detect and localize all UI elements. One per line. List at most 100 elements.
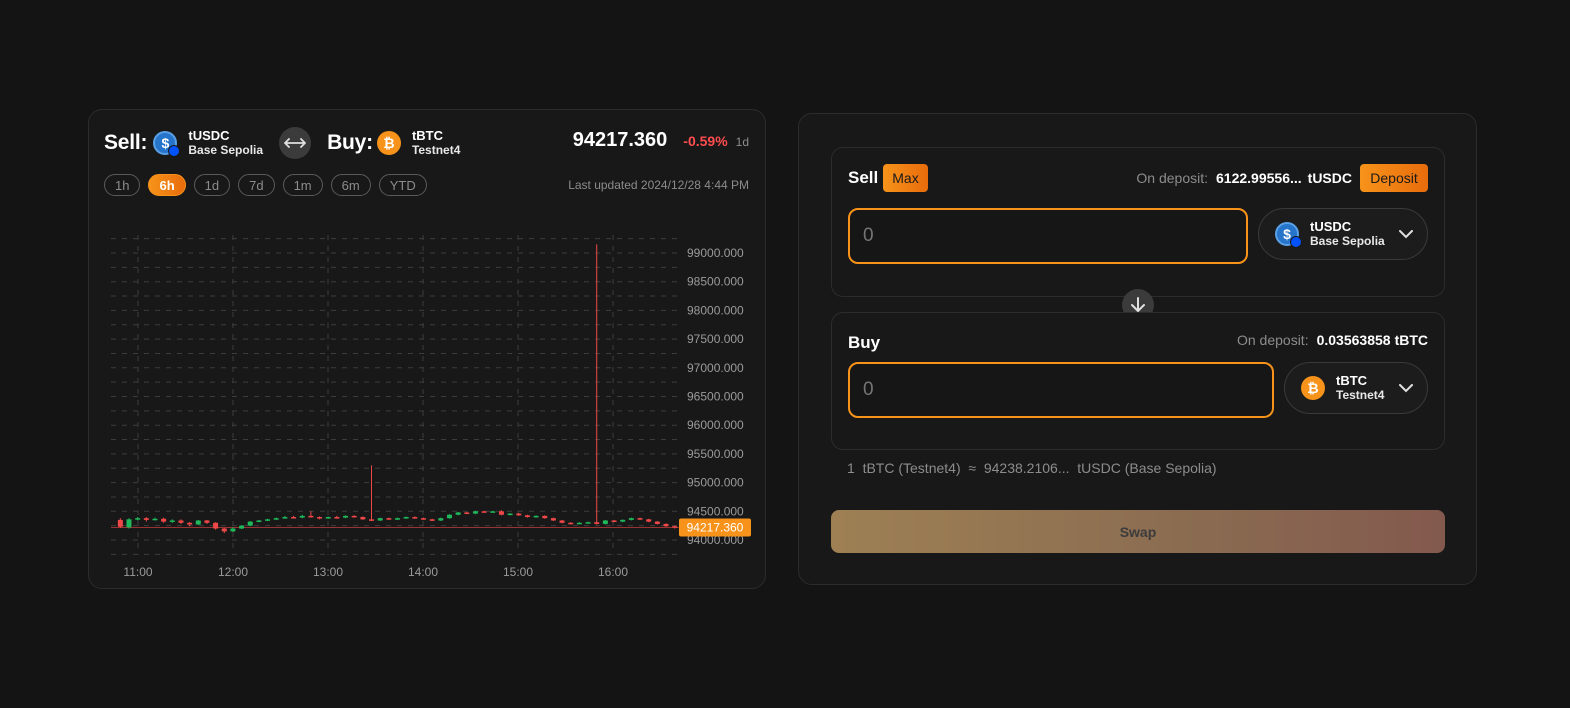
candle-body: [169, 520, 175, 522]
candle-body: [204, 520, 210, 523]
max-button[interactable]: Max: [883, 164, 928, 192]
candle-body: [464, 512, 470, 514]
candle-body: [161, 518, 167, 522]
candle-body: [498, 511, 504, 515]
sell-token-symbol: tUSDC: [188, 128, 230, 143]
swap-button[interactable]: Swap: [831, 510, 1445, 553]
candle-body: [455, 512, 461, 515]
rate-right-token: tUSDC (Base Sepolia): [1077, 460, 1217, 476]
candle-body: [291, 517, 297, 519]
sell-select-network: Base Sepolia: [1310, 234, 1385, 248]
range-tab-7d[interactable]: 7d: [238, 174, 275, 196]
candle-body: [524, 515, 530, 518]
range-tab-1h[interactable]: 1h: [104, 174, 141, 196]
sell-token-network: Base Sepolia: [188, 143, 264, 157]
candle-body: [386, 518, 392, 520]
chevron-down-icon: [1399, 229, 1413, 238]
sell-deposit-label: On deposit:: [1136, 170, 1209, 186]
buy-panel: Buy On deposit: 0.03563858 tBTC ₿ tBTC T…: [831, 312, 1445, 450]
candle-body: [446, 514, 452, 519]
candle-body: [663, 523, 669, 527]
rate-approx: ≈: [968, 460, 977, 476]
x-tick-label: 16:00: [598, 565, 628, 579]
candle-body: [143, 518, 149, 520]
candle-body: [195, 520, 201, 525]
y-tick-label: 95500.000: [687, 447, 744, 461]
candle-body: [126, 519, 132, 528]
x-tick-label: 11:00: [123, 565, 152, 579]
buy-token-symbol: tBTC: [411, 128, 443, 143]
sell-label: Sell:: [104, 131, 148, 154]
buy-token-info: tBTC Testnet4: [411, 128, 461, 158]
candle-body: [611, 520, 617, 522]
candle-body: [117, 519, 123, 527]
y-tick-label: 96500.000: [687, 390, 744, 404]
x-tick-label: 15:00: [503, 565, 533, 579]
candle-body: [230, 528, 236, 532]
sell-deposit-value: 6122.99556...: [1216, 170, 1302, 186]
swap-direction-button[interactable]: [279, 127, 312, 159]
chevron-down-icon: [1399, 383, 1413, 392]
candle-body: [533, 515, 539, 518]
candle-body: [135, 518, 141, 520]
candle-body: [585, 522, 591, 524]
swap-arrows-icon: [284, 138, 306, 148]
candle-body: [550, 518, 556, 521]
candle-body: [395, 518, 400, 520]
rate-left-amount: 1: [847, 460, 855, 476]
y-tick-label: 99000.000: [687, 246, 744, 260]
range-tab-6h[interactable]: 6h: [148, 174, 186, 196]
candle-body: [654, 521, 660, 524]
candle-body: [325, 517, 331, 519]
range-tab-6m[interactable]: 6m: [330, 174, 371, 196]
btc-token-icon: ₿: [376, 131, 401, 155]
price-change-period: 1d: [735, 135, 749, 149]
sell-panel: Sell Max On deposit: 6122.99556... tUSDC…: [831, 147, 1445, 297]
range-tab-ytd[interactable]: YTD: [378, 174, 427, 196]
candle-body: [568, 522, 574, 525]
buy-token-network: Testnet4: [411, 143, 461, 157]
range-tab-1m[interactable]: 1m: [282, 174, 323, 196]
rate-right-amount: 94238.2106...: [983, 460, 1070, 476]
buy-deposit-unit: tBTC: [1394, 332, 1428, 348]
current-price-tag-label: 94217.360: [687, 521, 744, 535]
y-tick-label: 98500.000: [687, 275, 744, 289]
candle-body: [377, 518, 383, 521]
y-tick-label: 97000.000: [687, 361, 744, 375]
candle-body: [516, 513, 522, 516]
range-tab-1d[interactable]: 1d: [193, 174, 231, 196]
candle-body: [403, 517, 409, 519]
y-tick-label: 96000.000: [687, 418, 744, 432]
sell-amount-input[interactable]: [848, 208, 1248, 264]
buy-amount-input[interactable]: [848, 362, 1274, 418]
y-tick-label: 98000.000: [687, 303, 744, 317]
candle-body: [334, 517, 340, 519]
buy-select-network: Testnet4: [1336, 388, 1385, 402]
candle-body: [507, 513, 513, 516]
sell-select-symbol: tUSDC: [1310, 219, 1352, 234]
sell-deposit-info: On deposit: 6122.99556... tUSDC Deposit: [1136, 164, 1428, 192]
candle-body: [672, 526, 678, 528]
candle-body: [438, 518, 444, 521]
candle-body: [360, 517, 366, 520]
buy-deposit-info: On deposit: 0.03563858 tBTC: [1237, 329, 1428, 351]
sell-title: Sell: [848, 168, 879, 187]
candle-body: [490, 511, 496, 513]
candle-body: [239, 525, 245, 529]
buy-title: Buy: [848, 333, 881, 352]
candle-body: [429, 519, 435, 521]
btc-token-icon: ₿: [1301, 376, 1325, 400]
deposit-button[interactable]: Deposit: [1360, 164, 1428, 192]
price-chart-card: Sell: $ tUSDC Base Sepolia Buy: ₿ tBTC T…: [88, 109, 766, 589]
buy-token-select[interactable]: ₿ tBTC Testnet4: [1284, 362, 1428, 414]
candle-body: [256, 520, 262, 522]
swap-card: Sell Max On deposit: 6122.99556... tUSDC…: [798, 113, 1477, 585]
sell-token-select[interactable]: $ tUSDC Base Sepolia: [1258, 208, 1428, 260]
buy-label: Buy:: [327, 131, 373, 154]
buy-deposit-label: On deposit:: [1236, 332, 1309, 348]
x-tick-label: 12:00: [218, 565, 248, 579]
candle-body: [247, 521, 253, 526]
price-change: -0.59%: [683, 133, 728, 149]
candlestick-chart[interactable]: 99000.000 98500.000 98000.000 97500.000 9700…: [89, 220, 765, 580]
arrow-down-icon: [1131, 297, 1145, 312]
